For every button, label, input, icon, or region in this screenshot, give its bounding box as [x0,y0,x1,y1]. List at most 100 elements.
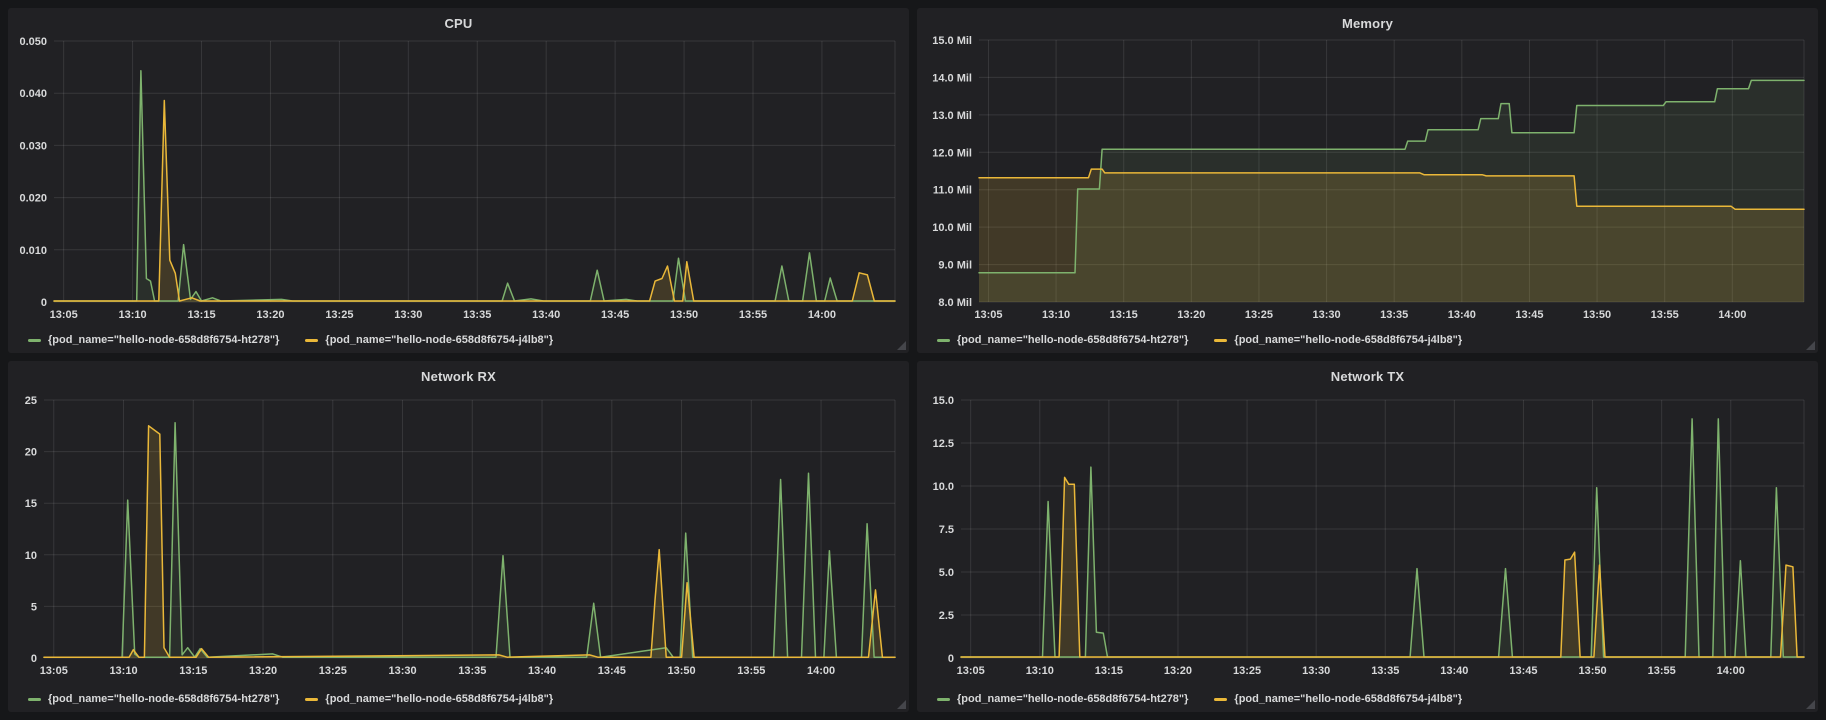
grafana-dashboard: 0 0.010 0.020 0.030 0.040 0.050 13:05 13:10 13:1… [0,0,1826,720]
svg-text:20: 20 [25,447,37,459]
legend-item-j4lb8[interactable]: {pod_name="hello-node-658d8f6754-j4lb8"} [1214,334,1462,346]
svg-text:14:00: 14:00 [808,309,836,321]
svg-text:13:50: 13:50 [667,665,695,677]
legend-label: {pod_name="hello-node-658d8f6754-ht278"} [957,334,1189,346]
legend-item-j4lb8[interactable]: {pod_name="hello-node-658d8f6754-j4lb8"} [305,693,553,705]
panel-resize-handle[interactable] [897,700,906,709]
svg-text:7.5: 7.5 [939,524,954,536]
series-color-swatch-green[interactable] [28,697,41,701]
svg-text:13:05: 13:05 [957,665,985,677]
svg-text:12.5: 12.5 [933,438,954,450]
legend-label: {pod_name="hello-node-658d8f6754-j4lb8"} [1234,693,1463,705]
network-tx-legend: {pod_name="hello-node-658d8f6754-ht278"}… [937,693,1462,705]
series-color-swatch-green[interactable] [937,338,950,342]
svg-text:12.0 Mil: 12.0 Mil [932,147,972,159]
svg-text:13:05: 13:05 [50,309,78,321]
panel-title-memory[interactable]: Memory [917,16,1818,31]
svg-text:13:25: 13:25 [1233,665,1261,677]
legend-label: {pod_name="hello-node-658d8f6754-j4lb8"} [1234,334,1463,346]
svg-text:11.0 Mil: 11.0 Mil [933,185,972,197]
svg-text:14:00: 14:00 [1718,309,1746,321]
svg-text:0.050: 0.050 [19,36,47,48]
series-color-swatch-yellow[interactable] [305,338,319,342]
svg-text:13:45: 13:45 [598,665,626,677]
svg-text:13:15: 13:15 [179,665,207,677]
svg-text:13.0 Mil: 13.0 Mil [932,110,972,122]
panel-resize-handle[interactable] [1806,341,1815,350]
svg-text:13:05: 13:05 [974,309,1002,321]
svg-text:5: 5 [31,601,37,613]
svg-text:15: 15 [25,498,37,510]
svg-text:0.010: 0.010 [19,245,47,257]
svg-text:0: 0 [948,653,954,665]
svg-text:13:20: 13:20 [1164,665,1192,677]
svg-text:13:10: 13:10 [109,665,137,677]
legend-item-j4lb8[interactable]: {pod_name="hello-node-658d8f6754-j4lb8"} [1214,693,1462,705]
panel-cpu: 0 0.010 0.020 0.030 0.040 0.050 13:05 13:10 13:1… [8,8,909,353]
svg-text:13:10: 13:10 [1042,309,1070,321]
svg-text:13:15: 13:15 [1110,309,1138,321]
svg-text:10.0 Mil: 10.0 Mil [932,222,972,234]
svg-text:13:40: 13:40 [528,665,556,677]
legend-item-ht278[interactable]: {pod_name="hello-node-658d8f6754-ht278"} [28,693,279,705]
series-color-swatch-yellow[interactable] [305,697,319,701]
legend-item-ht278[interactable]: {pod_name="hello-node-658d8f6754-ht278"} [937,334,1188,346]
svg-text:13:05: 13:05 [40,665,68,677]
legend-item-ht278[interactable]: {pod_name="hello-node-658d8f6754-ht278"} [937,693,1188,705]
svg-text:2.5: 2.5 [939,610,954,622]
svg-text:13:25: 13:25 [325,309,353,321]
series-color-swatch-yellow[interactable] [1214,697,1228,701]
svg-text:13:55: 13:55 [1651,309,1679,321]
svg-text:13:35: 13:35 [463,309,491,321]
svg-text:13:55: 13:55 [739,309,767,321]
svg-text:13:35: 13:35 [1371,665,1399,677]
series-color-swatch-yellow[interactable] [1214,338,1228,342]
svg-text:13:55: 13:55 [737,665,765,677]
svg-text:13:40: 13:40 [1448,309,1476,321]
series-color-swatch-green[interactable] [937,697,950,701]
svg-text:13:20: 13:20 [249,665,277,677]
cpu-chart[interactable]: 0 0.010 0.020 0.030 0.040 0.050 13:05 13:10 13:1… [8,8,909,353]
svg-text:13:10: 13:10 [1026,665,1054,677]
svg-text:13:20: 13:20 [1177,309,1205,321]
svg-text:0: 0 [41,297,47,309]
svg-text:25: 25 [25,395,37,407]
memory-chart[interactable]: 8.0 Mil 9.0 Mil 10.0 Mil 11.0 Mil 12.0 Mil 13… [917,8,1818,353]
svg-text:13:45: 13:45 [1515,309,1543,321]
svg-text:13:55: 13:55 [1648,665,1676,677]
network-rx-chart[interactable]: 0 5 10 15 20 25 13:05 13:10 13:15 13:20 13:25 13:30… [8,361,909,712]
svg-text:13:45: 13:45 [1509,665,1537,677]
svg-text:13:30: 13:30 [388,665,416,677]
svg-text:13:40: 13:40 [532,309,560,321]
panel-title-network-rx[interactable]: Network RX [8,369,909,384]
svg-text:13:25: 13:25 [1245,309,1273,321]
svg-text:13:25: 13:25 [319,665,347,677]
svg-text:13:50: 13:50 [1578,665,1606,677]
legend-label: {pod_name="hello-node-658d8f6754-ht278"} [48,334,280,346]
svg-text:5.0: 5.0 [939,567,954,579]
panel-resize-handle[interactable] [897,341,906,350]
svg-text:0.020: 0.020 [19,193,47,205]
svg-text:13:30: 13:30 [1302,665,1330,677]
svg-text:10.0: 10.0 [933,481,954,493]
legend-item-j4lb8[interactable]: {pod_name="hello-node-658d8f6754-j4lb8"} [305,334,553,346]
legend-label: {pod_name="hello-node-658d8f6754-j4lb8"} [325,334,554,346]
svg-text:13:35: 13:35 [458,665,486,677]
svg-text:14.0 Mil: 14.0 Mil [932,72,972,84]
panel-resize-handle[interactable] [1806,700,1815,709]
network-tx-chart[interactable]: 0 2.5 5.0 7.5 10.0 12.5 15.0 13:05 13:10 13:15 13:… [917,361,1818,712]
svg-text:13:50: 13:50 [670,309,698,321]
cpu-legend: {pod_name="hello-node-658d8f6754-ht278"}… [28,334,553,346]
series-color-swatch-green[interactable] [28,338,41,342]
legend-item-ht278[interactable]: {pod_name="hello-node-658d8f6754-ht278"} [28,334,279,346]
svg-text:8.0 Mil: 8.0 Mil [938,297,972,309]
panel-memory: 8.0 Mil 9.0 Mil 10.0 Mil 11.0 Mil 12.0 Mil 13… [917,8,1818,353]
svg-text:13:10: 13:10 [119,309,147,321]
panel-title-network-tx[interactable]: Network TX [917,369,1818,384]
memory-legend: {pod_name="hello-node-658d8f6754-ht278"}… [937,334,1462,346]
svg-text:15.0 Mil: 15.0 Mil [932,35,972,47]
svg-text:13:15: 13:15 [1095,665,1123,677]
svg-text:9.0 Mil: 9.0 Mil [938,260,972,272]
panel-title-cpu[interactable]: CPU [8,16,909,31]
svg-text:14:00: 14:00 [1717,665,1745,677]
